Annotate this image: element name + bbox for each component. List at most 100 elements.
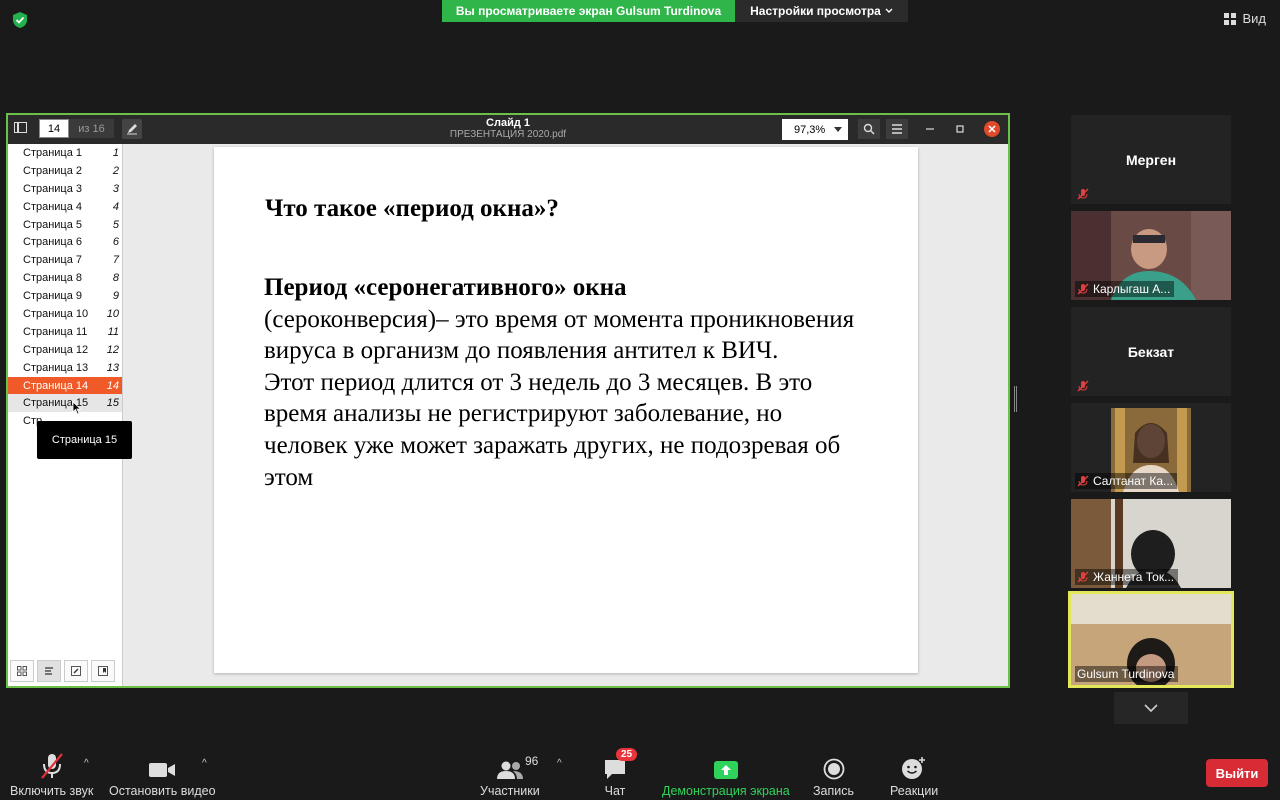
page-list-label: Страница 13	[23, 361, 89, 374]
participant-tile[interactable]: Салтанат Ка...	[1071, 403, 1231, 492]
close-button[interactable]: ✕	[984, 121, 1000, 137]
reactions-button[interactable]: Реакции	[890, 740, 938, 798]
participant-label: Салтанат Ка...	[1075, 473, 1178, 489]
participant-tile[interactable]: Карлыгаш А...	[1071, 211, 1231, 300]
stop-video-label: Остановить видео	[109, 784, 216, 798]
slide-page: Что такое «период окна»? Период «серонег…	[214, 147, 918, 673]
shield-icon[interactable]	[11, 11, 29, 29]
page-list: Страница 1 1 Страница 2 2 Страница 3 3 Страниц…	[8, 144, 122, 430]
menu-button[interactable]	[886, 119, 908, 139]
mouse-cursor-icon	[72, 401, 82, 415]
active-speaker-tile[interactable]: Gulsum Turdinova	[1068, 591, 1234, 688]
slide-heading: Что такое «период окна»?	[265, 195, 559, 222]
chat-label: Чат	[604, 784, 626, 798]
page-list-item[interactable]: Страница 5 5	[8, 216, 122, 234]
record-icon	[823, 758, 844, 780]
participant-tile[interactable]: Жаннета Ток...	[1071, 499, 1231, 588]
participants-icon	[496, 761, 523, 779]
participant-name: Жаннета Ток...	[1093, 570, 1175, 584]
page-list-number: 5	[112, 218, 119, 231]
page-list-label: Страница 4	[23, 200, 83, 213]
page-list-number: 7	[112, 254, 119, 267]
participant-tile[interactable]: Бекзат	[1071, 307, 1231, 396]
participants-button[interactable]: Участники	[480, 740, 540, 798]
page-list-item[interactable]: Страница 13 13	[8, 359, 122, 377]
page-list-item[interactable]: Страница 9 9	[8, 287, 122, 305]
page-list-item[interactable]: Страница 6 6	[8, 233, 122, 251]
page-list-number: 14	[106, 379, 119, 392]
participant-label: Gulsum Turdinova	[1075, 666, 1179, 682]
page-list-label: Страница 6	[23, 236, 83, 249]
participant-tile[interactable]: Мерген	[1071, 115, 1231, 204]
audio-options-caret[interactable]: ^	[84, 758, 89, 769]
participants-options-caret[interactable]: ^	[557, 758, 562, 769]
page-list-item[interactable]: Страница 1 1	[8, 144, 122, 162]
view-options-label: Настройки просмотра	[750, 4, 881, 18]
page-list-label: Страница 3	[23, 182, 83, 195]
page-list-item[interactable]: Страница 2 2	[8, 162, 122, 180]
video-options-caret[interactable]: ^	[202, 758, 207, 769]
thumbnails-icon	[17, 666, 27, 676]
participant-label	[1075, 187, 1093, 201]
page-list-item[interactable]: Страница 7 7	[8, 251, 122, 269]
close-icon: ✕	[987, 123, 997, 136]
participant-label	[1075, 379, 1093, 393]
unmute-button[interactable]: Включить звук	[10, 740, 93, 798]
zoom-select[interactable]: 97,3%	[782, 119, 848, 140]
chat-icon	[605, 760, 625, 779]
page-list-item[interactable]: Страница 3 3	[8, 180, 122, 198]
minimize-icon	[926, 128, 934, 130]
page-list-label: Страница 8	[23, 272, 83, 285]
page-list-item[interactable]: Страница 14 14	[8, 376, 122, 395]
page-list-number: 15	[106, 397, 119, 410]
page-list-item[interactable]: Страница 4 4	[8, 198, 122, 216]
mic-muted-icon	[1077, 380, 1089, 392]
resize-handle[interactable]	[1014, 386, 1017, 412]
share-screen-button[interactable]: Демонстрация экрана	[662, 740, 790, 798]
page-list-item[interactable]: Страница 15 15	[8, 394, 122, 413]
zoom-value: 97,3%	[794, 123, 826, 136]
page-list-item[interactable]: Страница 12 12	[8, 341, 122, 359]
stop-video-button[interactable]: Остановить видео	[109, 740, 216, 798]
chat-unread-badge: 25	[616, 748, 638, 761]
mic-muted-icon	[1077, 188, 1089, 200]
participant-name: Салтанат Ка...	[1093, 474, 1174, 488]
page-list-label: Страница 9	[23, 290, 83, 303]
record-button[interactable]: Запись	[813, 740, 854, 798]
bookmark-icon	[98, 666, 108, 676]
reactions-label: Реакции	[890, 784, 939, 798]
view-label: Вид	[1242, 11, 1266, 26]
page-list-number: 9	[112, 290, 119, 303]
minimize-button[interactable]	[922, 121, 938, 137]
page-list-number: 11	[107, 325, 119, 338]
page-list-number: 12	[106, 343, 119, 356]
record-label: Запись	[813, 784, 855, 798]
participant-name: Карлыгаш А...	[1093, 282, 1171, 296]
grid-icon	[1224, 12, 1237, 25]
chevron-down-icon	[1144, 704, 1158, 712]
annotations-view-button[interactable]	[64, 660, 88, 682]
leave-button[interactable]: Выйти	[1206, 759, 1268, 787]
chevron-down-icon	[885, 8, 893, 13]
page-list-label: Страница 10	[23, 307, 89, 320]
view-button[interactable]: Вид	[1224, 11, 1266, 26]
page-list-item[interactable]: Страница 10 10	[8, 305, 122, 323]
thumbnails-view-button[interactable]	[10, 660, 34, 682]
video-camera-icon	[149, 763, 176, 777]
page-list-sidebar: Страница 1 1 Страница 2 2 Страница 3 3 Страниц…	[8, 144, 123, 686]
list-icon	[45, 667, 53, 675]
sidebar-view-tools	[10, 660, 115, 682]
menu-icon	[892, 124, 902, 134]
restore-icon	[956, 125, 964, 133]
view-options-button[interactable]: Настройки просмотра	[735, 0, 908, 22]
bookmarks-view-button[interactable]	[91, 660, 115, 682]
search-button[interactable]	[858, 119, 880, 139]
page-list-item[interactable]: Страница 8 8	[8, 269, 122, 287]
page-list-label: Страница 1	[23, 146, 83, 159]
maximize-button[interactable]	[952, 121, 968, 137]
reaction-smiley-icon	[902, 757, 926, 779]
outline-view-button[interactable]	[37, 660, 61, 682]
scroll-participants-button[interactable]	[1114, 692, 1188, 724]
page-list-item[interactable]: Страница 11 11	[8, 323, 122, 341]
page-list-label: Страница 11	[23, 325, 88, 338]
